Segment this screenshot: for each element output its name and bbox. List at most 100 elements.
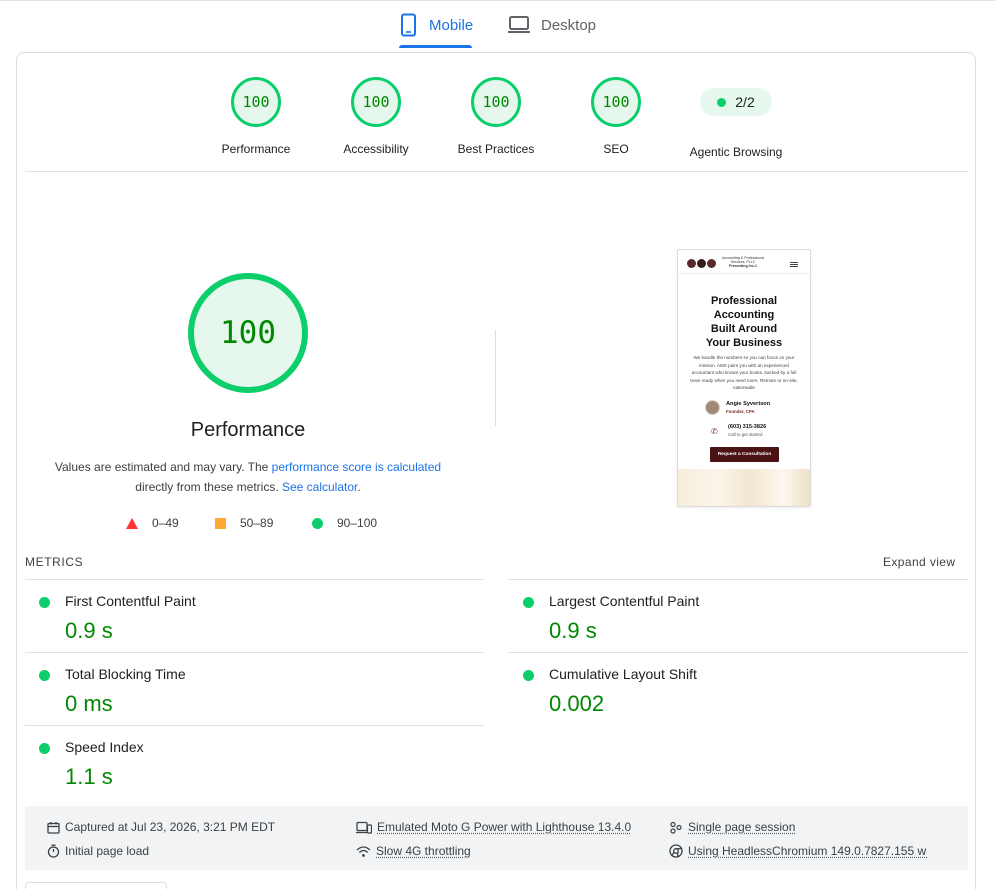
metric-value: 1.1 s bbox=[65, 764, 113, 789]
expand-view-button[interactable]: Expand view bbox=[883, 555, 955, 569]
triangle-icon bbox=[126, 517, 138, 529]
divider bbox=[25, 171, 968, 172]
site-header: Accounting & Professional Services, PLLC… bbox=[678, 250, 810, 274]
pass-dot-icon bbox=[523, 670, 534, 681]
report-card: 100 Performance 100 Accessibility 100 Be… bbox=[16, 52, 976, 889]
performance-gauge: 100 bbox=[188, 273, 308, 393]
metric-cumulative-layout-shift: Cumulative Layout Shift 0.002 bbox=[509, 653, 968, 725]
gauge-label: Accessibility bbox=[343, 142, 409, 156]
gauge-agentic-browsing[interactable]: 2/2 Agentic Browsing bbox=[676, 77, 796, 159]
metric-value: 0.9 s bbox=[549, 618, 597, 643]
site-hero-subtitle: We handle the numbers so you can focus o… bbox=[690, 355, 798, 391]
metric-label: Largest Contentful Paint bbox=[549, 593, 700, 609]
firm-line: Presenting Inc.1 bbox=[729, 264, 757, 269]
pass-dot-icon bbox=[39, 670, 50, 681]
tab-mobile[interactable]: Mobile bbox=[399, 0, 473, 50]
metric-first-contentful-paint: First Contentful Paint 0.9 s bbox=[25, 580, 484, 652]
legend-pass: 90–100 bbox=[312, 516, 377, 530]
view-treemap-button[interactable] bbox=[25, 882, 167, 889]
chrome-icon bbox=[669, 844, 683, 858]
phone-icon: ✆ bbox=[711, 427, 718, 436]
metric-label: First Contentful Paint bbox=[65, 593, 196, 609]
info-browser[interactable]: Using HeadlessChromium 149.0.7827.155 wi… bbox=[669, 844, 927, 858]
gauge-score: 100 bbox=[591, 77, 641, 127]
active-tab-indicator bbox=[399, 45, 472, 48]
desc-text: Values are estimated and may vary. The bbox=[54, 460, 272, 474]
info-text: Emulated Moto G Power with Lighthouse 13… bbox=[377, 820, 632, 834]
metric-value: 0.9 s bbox=[65, 618, 113, 643]
calendar-icon bbox=[47, 821, 60, 834]
gauge-label: Performance bbox=[221, 142, 291, 156]
site-hero-image bbox=[678, 469, 810, 506]
laptop-icon bbox=[507, 15, 531, 35]
final-screenshot[interactable]: Accounting & Professional Services, PLLC… bbox=[677, 249, 811, 507]
metric-speed-index: Speed Index 1.1 s bbox=[25, 726, 484, 798]
tab-mobile-label: Mobile bbox=[429, 16, 474, 34]
gauge-label: Best Practices bbox=[457, 142, 535, 156]
timer-icon bbox=[47, 844, 60, 858]
gauge-accessibility[interactable]: 100 Accessibility bbox=[316, 77, 436, 156]
gauge-score: 100 bbox=[471, 77, 521, 127]
pass-dot-icon bbox=[717, 97, 727, 107]
metric-label: Total Blocking Time bbox=[65, 666, 186, 682]
site-call-text: Call to get started bbox=[728, 432, 763, 437]
info-device[interactable]: Emulated Moto G Power with Lighthouse 13… bbox=[356, 820, 631, 834]
tab-desktop-label: Desktop bbox=[541, 16, 597, 34]
hamburger-menu-icon bbox=[790, 262, 798, 263]
site-logo-icon bbox=[687, 259, 716, 268]
hero-line: Built Around bbox=[710, 323, 778, 335]
info-text: Using HeadlessChromium 149.0.7827.155 wi… bbox=[688, 844, 927, 858]
hero-line: Accounting bbox=[713, 309, 775, 321]
legend-range: 90–100 bbox=[337, 516, 378, 530]
info-text: Initial page load bbox=[65, 844, 150, 858]
info-throttling[interactable]: Slow 4G throttling bbox=[356, 844, 471, 858]
square-icon bbox=[215, 517, 226, 529]
info-text: Captured at Jul 23, 2026, 3:21 PM EDT bbox=[65, 820, 276, 834]
vertical-divider bbox=[495, 330, 496, 426]
see-calculator-link[interactable]: See calculator bbox=[282, 480, 357, 494]
gauge-score: 100 bbox=[231, 77, 281, 127]
desc-text: . bbox=[357, 480, 361, 494]
gauge-score: 100 bbox=[351, 77, 401, 127]
devices-icon bbox=[356, 821, 372, 834]
pass-dot-icon bbox=[39, 597, 50, 608]
metric-label: Cumulative Layout Shift bbox=[549, 666, 697, 682]
gauge-seo[interactable]: 100 SEO bbox=[556, 77, 676, 156]
metric-value: 0 ms bbox=[65, 691, 113, 716]
signal-icon bbox=[356, 845, 371, 858]
site-firm-name: Accounting & Professional Services, PLLC… bbox=[715, 256, 771, 269]
legend-average: 50–89 bbox=[215, 516, 273, 530]
agentic-pill: 2/2 bbox=[700, 88, 772, 116]
gauge-label: Agentic Browsing bbox=[689, 145, 783, 159]
performance-title: Performance bbox=[190, 419, 306, 441]
agentic-value: 2/2 bbox=[735, 94, 755, 110]
device-tabs: Mobile Desktop bbox=[0, 0, 995, 50]
metric-label: Speed Index bbox=[65, 739, 144, 755]
hero-line: Professional bbox=[710, 295, 778, 307]
desc-text: directly from these metrics. bbox=[135, 480, 282, 494]
info-text: Single page session bbox=[688, 820, 796, 834]
info-session[interactable]: Single page session bbox=[669, 820, 795, 834]
gauge-performance[interactable]: 100 Performance bbox=[196, 77, 316, 156]
score-calculated-link[interactable]: performance score is calculated bbox=[272, 460, 441, 474]
avatar bbox=[705, 400, 720, 415]
legend-range: 0–49 bbox=[152, 516, 179, 530]
performance-description: Values are estimated and may vary. The p… bbox=[48, 457, 448, 497]
info-captured: Captured at Jul 23, 2026, 3:21 PM EDT bbox=[47, 820, 275, 834]
circle-icon bbox=[312, 517, 323, 529]
session-icon bbox=[669, 821, 683, 834]
metric-largest-contentful-paint: Largest Contentful Paint 0.9 s bbox=[509, 580, 968, 652]
pass-dot-icon bbox=[39, 743, 50, 754]
metrics-heading: METRICS bbox=[25, 555, 84, 569]
legend-fail: 0–49 bbox=[126, 516, 179, 530]
site-phone: (603) 315-3826 bbox=[728, 424, 767, 430]
gauge-best-practices[interactable]: 100 Best Practices bbox=[436, 77, 556, 156]
smartphone-icon bbox=[399, 13, 419, 37]
runtime-settings: Captured at Jul 23, 2026, 3:21 PM EDT In… bbox=[25, 806, 968, 870]
pass-dot-icon bbox=[523, 597, 534, 608]
info-text: Slow 4G throttling bbox=[376, 844, 471, 858]
site-consultation-button: Request a Consultation bbox=[710, 447, 779, 462]
site-hero-title: Professional Accounting Built Around You… bbox=[686, 294, 802, 350]
hero-line: Your Business bbox=[705, 337, 783, 349]
tab-desktop[interactable]: Desktop bbox=[507, 0, 602, 50]
